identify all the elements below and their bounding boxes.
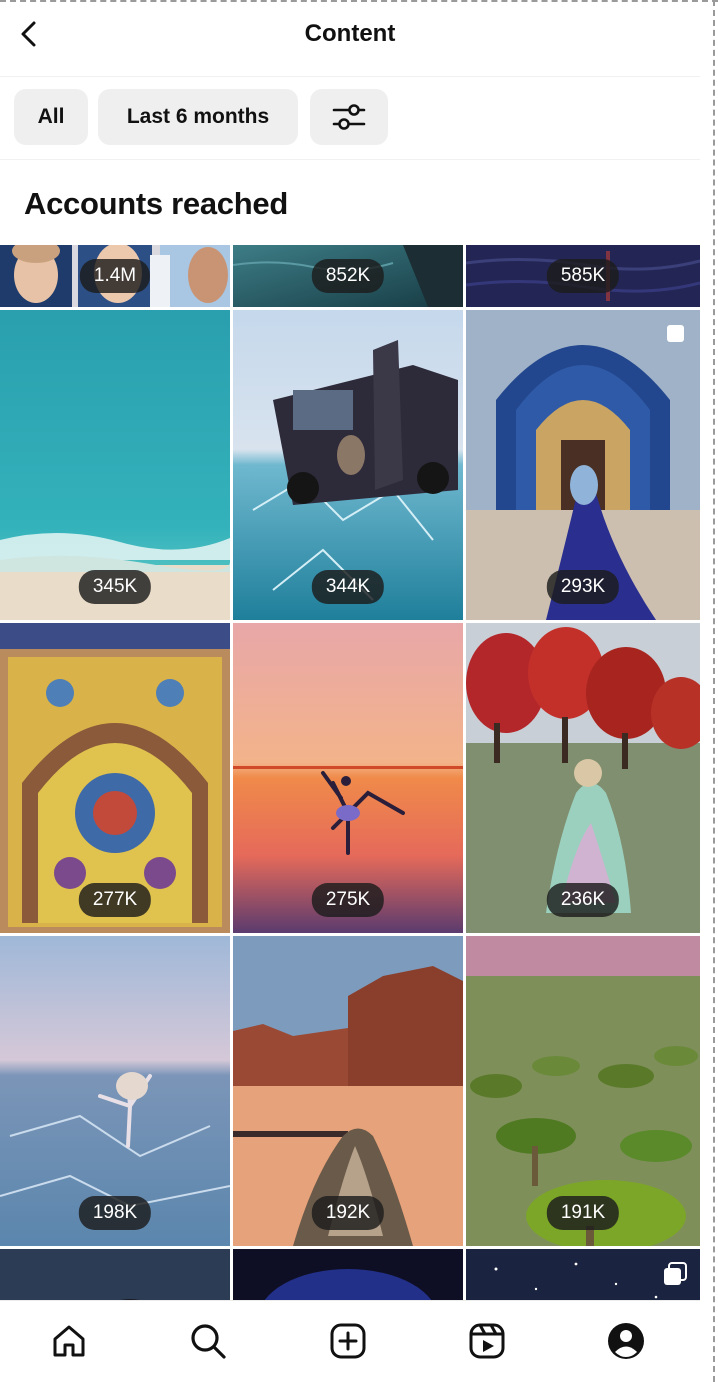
tab-search[interactable] — [186, 1319, 230, 1363]
carousel-icon — [662, 1261, 688, 1292]
post-tile[interactable]: 198K — [0, 936, 230, 1246]
page-title: Content — [304, 20, 396, 47]
post-tile[interactable]: 585K — [466, 245, 700, 307]
reels-icon — [469, 1323, 505, 1359]
reach-badge: 585K — [546, 259, 620, 293]
post-tile[interactable]: 345K — [0, 310, 230, 620]
post-tile[interactable]: 192K — [233, 936, 463, 1246]
tab-home[interactable] — [47, 1319, 91, 1363]
post-tile[interactable]: 236K — [466, 623, 700, 933]
search-icon — [191, 1324, 226, 1359]
reach-badge: 198K — [78, 1196, 152, 1230]
dashed-border-top — [0, 0, 718, 2]
post-tile[interactable]: 1.4M — [0, 245, 230, 307]
date-range-chip[interactable]: Last 6 months — [98, 89, 298, 145]
reach-badge: 344K — [311, 570, 385, 604]
tab-create[interactable] — [326, 1319, 370, 1363]
section-title: Accounts reached — [24, 186, 288, 221]
reach-badge: 345K — [78, 570, 152, 604]
post-tile[interactable]: 344K — [233, 310, 463, 620]
post-tile[interactable] — [0, 1249, 230, 1300]
create-icon — [330, 1323, 366, 1359]
home-icon — [53, 1325, 85, 1357]
filter-bar: All Last 6 months — [0, 76, 700, 160]
post-tile[interactable]: 293K — [466, 310, 700, 620]
post-thumbnail — [233, 1249, 463, 1300]
post-grid: 1.4M 852K 585K 345K 344K 293K 277K 275K … — [0, 245, 700, 1300]
post-tile[interactable]: 275K — [233, 623, 463, 933]
carousel-icon — [664, 322, 688, 351]
tab-reels[interactable] — [465, 1319, 509, 1363]
post-tile[interactable] — [233, 1249, 463, 1300]
post-tile[interactable]: 277K — [0, 623, 230, 933]
reach-badge: 275K — [311, 883, 385, 917]
content-screen: Content All Last 6 months Accounts reach… — [0, 0, 718, 1382]
post-thumbnail — [0, 1249, 230, 1300]
dashed-border-right — [713, 0, 715, 1382]
tab-profile[interactable] — [604, 1319, 648, 1363]
post-tile[interactable]: 191K — [466, 936, 700, 1246]
top-bar: Content — [0, 0, 700, 72]
bottom-tab-bar — [0, 1300, 700, 1382]
post-tile[interactable] — [466, 1249, 700, 1300]
reach-badge: 192K — [311, 1196, 385, 1230]
profile-icon — [608, 1323, 644, 1359]
reach-badge: 852K — [311, 259, 385, 293]
reach-badge: 236K — [546, 883, 620, 917]
filter-all-chip[interactable]: All — [14, 89, 88, 145]
post-tile[interactable]: 852K — [233, 245, 463, 307]
sliders-icon — [332, 104, 366, 130]
filter-settings-button[interactable] — [310, 89, 388, 145]
reach-badge: 293K — [546, 570, 620, 604]
reach-badge: 277K — [78, 883, 152, 917]
reach-badge: 191K — [546, 1196, 620, 1230]
reach-badge: 1.4M — [79, 259, 151, 293]
